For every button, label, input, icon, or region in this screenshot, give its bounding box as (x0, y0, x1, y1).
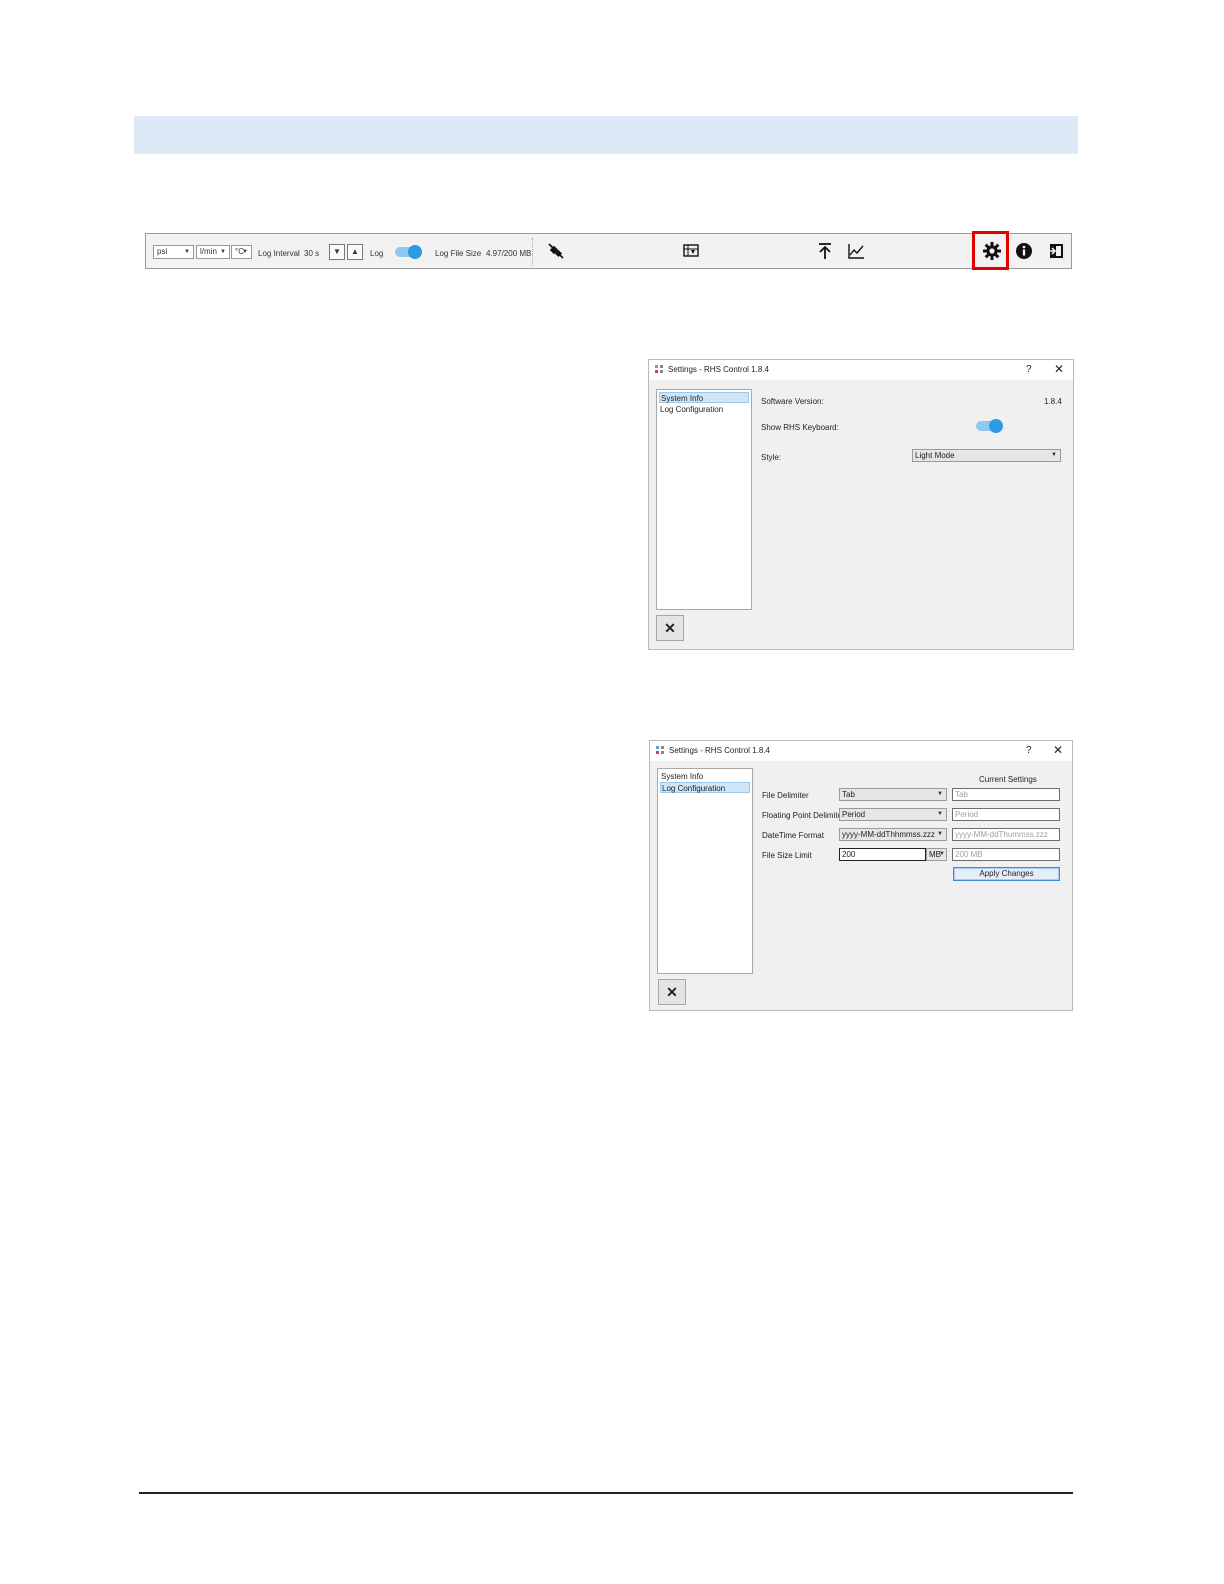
dialog-title: Settings - RHS Control 1.8.4 (669, 746, 770, 755)
chevron-down-icon: ▼ (242, 249, 248, 255)
chevron-down-icon: ▼ (184, 249, 190, 255)
help-button[interactable]: ? (1026, 364, 1032, 375)
app-icon (656, 746, 664, 754)
pressure-unit-select[interactable]: psi ▼ (153, 245, 194, 259)
nav-item-system-info[interactable]: System Info (659, 392, 749, 403)
software-version-label: Software Version: (761, 397, 824, 406)
datetime-format-select[interactable]: yyyy-MM-ddThhmmss.zzz ▼ (839, 828, 947, 841)
flow-unit-value: l/min (200, 247, 217, 256)
dialog-title: Settings - RHS Control 1.8.4 (668, 365, 769, 374)
file-size-limit-input[interactable]: 200 (839, 848, 926, 861)
style-select[interactable]: Light Mode ▼ (912, 449, 1061, 462)
chevron-down-icon: ▼ (1051, 452, 1057, 458)
chevron-down-icon: ▼ (939, 851, 945, 857)
close-window-button[interactable]: ✕ (1054, 362, 1064, 376)
log-file-size-value: 4.97/200 MB (486, 249, 532, 258)
floating-point-delimiter-label: Floating Point Delimiter (762, 811, 845, 820)
file-delimiter-value: Tab (842, 790, 855, 799)
nav-item-system-info[interactable]: System Info (660, 771, 750, 782)
header-band (134, 116, 1078, 154)
flow-unit-select[interactable]: l/min ▼ (196, 245, 230, 259)
close-window-button[interactable]: ✕ (1053, 743, 1063, 757)
floating-point-delimiter-current: Period (952, 808, 1060, 821)
settings-nav-list: System Info Log Configuration (656, 389, 752, 610)
file-size-unit-select[interactable]: MB ▼ (926, 848, 947, 861)
file-delimiter-select[interactable]: Tab ▼ (839, 788, 947, 801)
settings-dialog-system-info: Settings - RHS Control 1.8.4 ? ✕ System … (648, 359, 1074, 650)
file-size-limit-label: File Size Limit (762, 851, 812, 860)
toolbar-separator (532, 238, 534, 266)
apply-changes-button[interactable]: Apply Changes (953, 867, 1060, 881)
show-keyboard-label: Show RHS Keyboard: (761, 423, 839, 432)
chevron-down-icon: ▼ (937, 791, 943, 797)
current-settings-header: Current Settings (979, 775, 1037, 784)
file-size-limit-current: 200 MB (952, 848, 1060, 861)
close-settings-button[interactable]: ✕ (656, 615, 684, 641)
nav-item-log-configuration[interactable]: Log Configuration (659, 404, 749, 415)
main-toolbar: psi ▼ l/min ▼ °C ▼ Log Interval 30 s ▼ ▲ Lo… (145, 233, 1072, 269)
file-delimiter-label: File Delimiter (762, 791, 809, 800)
style-select-value: Light Mode (915, 451, 955, 460)
log-interval-label: Log Interval (258, 249, 300, 258)
upload-icon[interactable] (815, 241, 835, 261)
info-icon[interactable] (1014, 241, 1034, 261)
software-version-value: 1.8.4 (1044, 397, 1062, 406)
floating-point-delimiter-value: Period (842, 810, 866, 819)
disconnect-icon[interactable] (546, 241, 566, 261)
app-icon (655, 365, 663, 373)
close-settings-button[interactable]: ✕ (658, 979, 686, 1005)
style-label: Style: (761, 453, 782, 462)
pressure-unit-value: psi (157, 247, 168, 256)
toggle-knob (989, 419, 1003, 433)
dialog-titlebar: Settings - RHS Control 1.8.4 ? ✕ (650, 741, 1072, 761)
data-table-icon[interactable] (681, 241, 701, 261)
log-interval-decrease-button[interactable]: ▼ (329, 244, 345, 260)
chart-icon[interactable] (846, 241, 866, 261)
datetime-format-label: DateTime Format (762, 831, 824, 840)
footer-rule (139, 1492, 1073, 1494)
help-button[interactable]: ? (1026, 745, 1032, 756)
datetime-format-current: yyyy-MM-ddThummss.zzz (952, 828, 1060, 841)
log-file-size-label: Log File Size (435, 249, 482, 258)
exit-icon[interactable] (1046, 241, 1066, 261)
chevron-down-icon: ▼ (220, 249, 226, 255)
chevron-down-icon: ▼ (937, 811, 943, 817)
settings-icon-highlight (972, 231, 1009, 270)
toggle-knob (408, 245, 422, 259)
chevron-down-icon: ▼ (937, 831, 943, 837)
floating-point-delimiter-select[interactable]: Period ▼ (839, 808, 947, 821)
log-interval-increase-button[interactable]: ▲ (347, 244, 363, 260)
log-label: Log (370, 249, 384, 258)
log-interval-value[interactable]: 30 s (304, 249, 319, 258)
nav-item-log-configuration[interactable]: Log Configuration (660, 782, 750, 793)
dialog-titlebar: Settings - RHS Control 1.8.4 ? ✕ (649, 360, 1073, 380)
settings-dialog-log-configuration: Settings - RHS Control 1.8.4 ? ✕ System … (649, 740, 1073, 1011)
settings-nav-list: System Info Log Configuration (657, 768, 753, 974)
temp-unit-select[interactable]: °C ▼ (231, 245, 252, 259)
datetime-format-value: yyyy-MM-ddThhmmss.zzz (842, 830, 935, 839)
file-delimiter-current: Tab (952, 788, 1060, 801)
show-keyboard-toggle[interactable] (976, 419, 1003, 433)
log-toggle[interactable] (395, 245, 422, 259)
